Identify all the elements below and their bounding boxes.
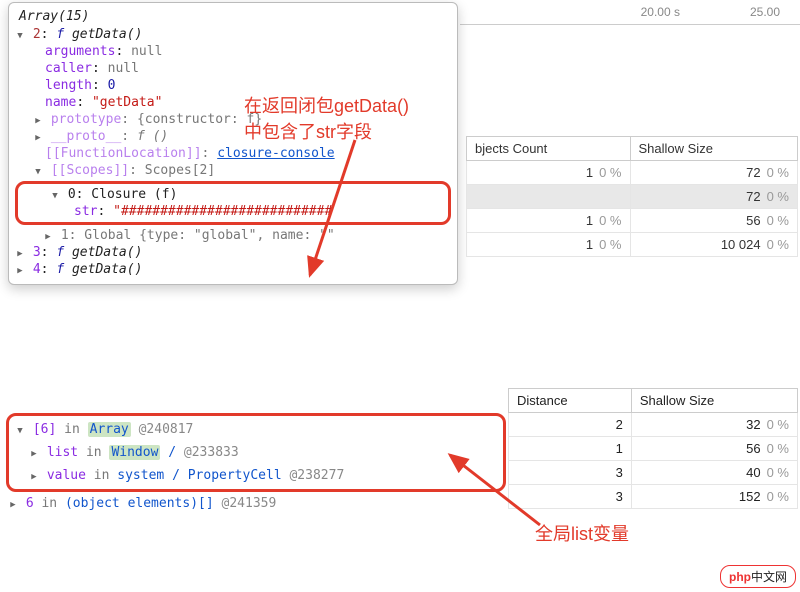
- table-row: 3400 %: [509, 461, 798, 485]
- expand-toggle-icon[interactable]: [15, 422, 25, 437]
- table-row: 10 %560 %: [467, 209, 798, 233]
- highlighted-retainer-group: [6] in Array @240817 list in Window / @2…: [6, 413, 506, 492]
- prop-value: null: [108, 61, 139, 76]
- prop-arguments: arguments: null: [15, 43, 451, 60]
- prop-value: "###########################: [113, 204, 332, 219]
- in-keyword: in: [86, 445, 102, 460]
- prop-key: caller: [45, 61, 92, 76]
- timeline-tick: 20.00 s: [641, 5, 680, 19]
- timeline-ruler: 20.00 s 25.00: [460, 0, 800, 25]
- retainer-index: [6]: [33, 422, 56, 437]
- function-name: getData(): [72, 27, 142, 42]
- table-row: 31520 %: [509, 485, 798, 509]
- retainer-row[interactable]: [6] in Array @240817: [13, 418, 499, 441]
- table-row: 10 %720 %: [467, 161, 798, 185]
- scope-0-str: str: "###########################: [22, 203, 444, 220]
- expand-toggle-icon[interactable]: [33, 112, 43, 127]
- table-row: 2320 %: [509, 413, 798, 437]
- object-id: @238277: [289, 468, 344, 483]
- retainer-row[interactable]: list in Window / @233833: [13, 441, 499, 464]
- scope-0[interactable]: 0: Closure (f): [22, 186, 444, 203]
- memory-summary-table[interactable]: bjects Count Shallow Size 10 %720 % 720 …: [466, 136, 798, 257]
- expand-toggle-icon[interactable]: [29, 445, 39, 460]
- retainers-table[interactable]: Distance Shallow Size 2320 % 1560 % 3400…: [508, 388, 798, 509]
- object-link[interactable]: Array: [88, 422, 131, 437]
- object-link[interactable]: Window: [109, 445, 160, 460]
- col-distance[interactable]: Distance: [509, 389, 632, 413]
- annotation-closure-note: 在返回闭包getData() 中包含了str字段: [244, 92, 409, 144]
- prop-key: name: [45, 95, 76, 110]
- prop-key: [[FunctionLocation]]: [45, 146, 202, 161]
- in-keyword: in: [64, 422, 80, 437]
- expand-toggle-icon[interactable]: [15, 262, 25, 277]
- table-row: 1560 %: [509, 437, 798, 461]
- prop-key: length: [45, 78, 92, 93]
- retainer-key: 6: [26, 496, 34, 511]
- scope-label: 0: Closure (f): [68, 187, 178, 202]
- prop-key: __proto__: [51, 129, 121, 144]
- retainer-key: list: [47, 445, 78, 460]
- prop-key: [[Scopes]]: [51, 163, 129, 178]
- array-entry-3[interactable]: 3: f getData(): [15, 244, 451, 261]
- timeline-tick: 25.00: [750, 5, 780, 19]
- source-link[interactable]: closure-console: [217, 146, 334, 161]
- in-keyword: in: [41, 496, 57, 511]
- scope-label: 1: Global {type: "global", name: "": [61, 228, 335, 243]
- array-entry-2[interactable]: 2: f getData(): [15, 26, 451, 43]
- expand-toggle-icon[interactable]: [33, 129, 43, 144]
- prop-function-location: [[FunctionLocation]]: closure-console: [15, 145, 451, 162]
- array-index: 4: [33, 262, 41, 277]
- retainer-key: value: [47, 468, 86, 483]
- expand-toggle-icon[interactable]: [8, 496, 18, 511]
- expand-toggle-icon[interactable]: [33, 163, 43, 178]
- object-link[interactable]: system / PropertyCell: [117, 468, 281, 483]
- expand-toggle-icon[interactable]: [15, 245, 25, 260]
- object-id: @241359: [222, 496, 277, 511]
- prop-scopes[interactable]: [[Scopes]]: Scopes[2]: [15, 162, 451, 179]
- logo-brand: php: [729, 570, 751, 584]
- expand-toggle-icon[interactable]: [43, 228, 53, 243]
- watermark-logo: php中文网: [720, 565, 796, 588]
- prop-value: f (): [137, 129, 168, 144]
- logo-text: 中文网: [751, 570, 787, 584]
- prop-key: prototype: [51, 112, 121, 127]
- highlighted-closure-scope: 0: Closure (f) str: "###################…: [15, 181, 451, 225]
- function-name: getData(): [72, 262, 142, 277]
- function-keyword: f: [56, 27, 64, 42]
- expand-toggle-icon[interactable]: [15, 27, 25, 42]
- scope-1[interactable]: 1: Global {type: "global", name: "": [15, 227, 451, 244]
- popup-title: Array(15): [15, 7, 451, 26]
- function-keyword: f: [56, 245, 64, 260]
- prop-value: null: [131, 44, 162, 59]
- annotation-global-list: 全局list变量: [535, 520, 629, 546]
- function-keyword: f: [56, 262, 64, 277]
- object-link[interactable]: (object elements)[]: [65, 496, 214, 511]
- retainers-tree[interactable]: [6] in Array @240817 list in Window / @2…: [6, 413, 506, 515]
- table-row: 10 %10 0240 %: [467, 233, 798, 257]
- array-index: 2: [33, 27, 41, 42]
- function-name: getData(): [72, 245, 142, 260]
- prop-key: arguments: [45, 44, 115, 59]
- col-shallow-size[interactable]: Shallow Size: [631, 389, 797, 413]
- object-id: @233833: [184, 445, 239, 460]
- retainer-row[interactable]: 6 in (object elements)[] @241359: [6, 492, 506, 515]
- expand-toggle-icon[interactable]: [50, 187, 60, 202]
- array-entry-4[interactable]: 4: f getData(): [15, 261, 451, 278]
- prop-value: "getData": [92, 95, 162, 110]
- expand-toggle-icon[interactable]: [29, 468, 39, 483]
- prop-key: str: [74, 204, 97, 219]
- object-id: @240817: [139, 422, 194, 437]
- table-row: 720 %: [467, 185, 798, 209]
- prop-value: 0: [108, 78, 116, 93]
- prop-caller: caller: null: [15, 60, 451, 77]
- col-shallow-size[interactable]: Shallow Size: [630, 137, 798, 161]
- retainer-row[interactable]: value in system / PropertyCell @238277: [13, 464, 499, 487]
- col-objects-count[interactable]: bjects Count: [467, 137, 631, 161]
- in-keyword: in: [94, 468, 110, 483]
- array-index: 3: [33, 245, 41, 260]
- prop-value: Scopes[2]: [145, 163, 215, 178]
